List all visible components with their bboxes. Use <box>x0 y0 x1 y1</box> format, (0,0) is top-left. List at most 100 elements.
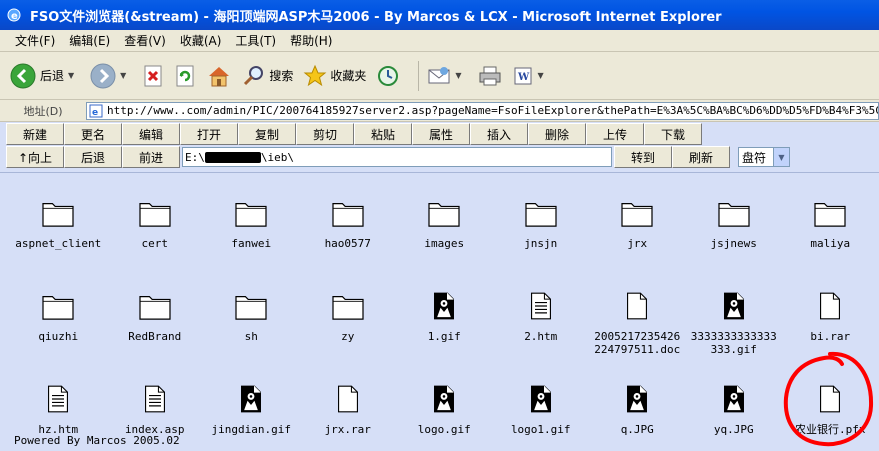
home-button[interactable] <box>206 64 232 88</box>
refresh-button[interactable] <box>174 64 196 88</box>
back-dropdown-icon[interactable]: ▼ <box>68 71 74 80</box>
file-name[interactable]: bi.rar <box>784 330 876 343</box>
file-name[interactable]: jrx <box>591 237 683 250</box>
folder-icon[interactable] <box>619 195 655 231</box>
file-item[interactable]: q.JPG <box>589 375 686 451</box>
file-name[interactable]: RedBrand <box>109 330 201 343</box>
file-name[interactable]: 2005217235426224797511.doc <box>591 330 683 356</box>
file-icon[interactable] <box>619 288 655 324</box>
file-name[interactable]: cert <box>109 237 201 250</box>
menu-favorites[interactable]: 收藏(A) <box>173 32 229 49</box>
edit-button[interactable]: W ▼ <box>512 65 550 87</box>
new-button[interactable]: 新建 <box>6 123 64 145</box>
file-item[interactable]: aspnet_client <box>10 189 107 282</box>
image-file-icon[interactable] <box>426 288 462 324</box>
file-name[interactable]: maliya <box>784 237 876 250</box>
up-button[interactable]: ↑向上 <box>6 146 64 168</box>
file-item[interactable]: images <box>396 189 493 282</box>
file-name[interactable]: jrx.rar <box>302 423 394 436</box>
edit-file-button[interactable]: 编辑 <box>122 123 180 145</box>
file-item[interactable]: fanwei <box>203 189 300 282</box>
file-item[interactable]: logo1.gif <box>493 375 590 451</box>
file-item[interactable]: 1.gif <box>396 282 493 375</box>
search-button[interactable]: 搜索 <box>242 64 293 88</box>
image-file-icon[interactable] <box>716 381 752 417</box>
rename-button[interactable]: 更名 <box>64 123 122 145</box>
folder-icon[interactable] <box>426 195 462 231</box>
menu-file[interactable]: 文件(F) <box>8 32 62 49</box>
chevron-down-icon[interactable]: ▼ <box>773 148 789 166</box>
nav-forward-button[interactable]: 前进 <box>122 146 180 168</box>
file-item[interactable]: zy <box>300 282 397 375</box>
file-name[interactable]: logo1.gif <box>495 423 587 436</box>
file-name[interactable]: fanwei <box>205 237 297 250</box>
file-item[interactable]: logo.gif <box>396 375 493 451</box>
folder-icon[interactable] <box>330 288 366 324</box>
text-file-icon[interactable] <box>523 288 559 324</box>
text-file-icon[interactable] <box>40 381 76 417</box>
file-name[interactable]: jnsjn <box>495 237 587 250</box>
folder-icon[interactable] <box>233 288 269 324</box>
file-name[interactable]: yq.JPG <box>688 423 780 436</box>
cut-button[interactable]: 剪切 <box>296 123 354 145</box>
refresh-path-button[interactable]: 刷新 <box>672 146 730 168</box>
print-button[interactable] <box>478 65 502 87</box>
properties-button[interactable]: 属性 <box>412 123 470 145</box>
back-button[interactable]: 后退 ▼ <box>10 63 80 89</box>
favorites-button[interactable]: 收藏夹 <box>303 64 366 88</box>
upload-button[interactable]: 上传 <box>586 123 644 145</box>
folder-icon[interactable] <box>137 288 173 324</box>
file-item[interactable]: 2.htm <box>493 282 590 375</box>
folder-icon[interactable] <box>137 195 173 231</box>
history-button[interactable] <box>376 64 400 88</box>
folder-icon[interactable] <box>233 195 269 231</box>
image-file-icon[interactable] <box>426 381 462 417</box>
stop-button[interactable] <box>142 64 164 88</box>
file-item[interactable]: 2005217235426224797511.doc <box>589 282 686 375</box>
forward-dropdown-icon[interactable]: ▼ <box>120 71 126 80</box>
file-name[interactable]: zy <box>302 330 394 343</box>
edit-dropdown-icon[interactable]: ▼ <box>538 71 544 80</box>
folder-icon[interactable] <box>40 195 76 231</box>
folder-icon[interactable] <box>40 288 76 324</box>
file-item[interactable]: hao0577 <box>300 189 397 282</box>
file-name[interactable]: sh <box>205 330 297 343</box>
open-button[interactable]: 打开 <box>180 123 238 145</box>
file-item[interactable]: RedBrand <box>107 282 204 375</box>
menu-view[interactable]: 查看(V) <box>117 32 173 49</box>
copy-button[interactable]: 复制 <box>238 123 296 145</box>
file-icon[interactable] <box>812 288 848 324</box>
image-file-icon[interactable] <box>619 381 655 417</box>
file-name[interactable]: jingdian.gif <box>205 423 297 436</box>
file-item[interactable]: yq.JPG <box>686 375 783 451</box>
menu-help[interactable]: 帮助(H) <box>283 32 339 49</box>
file-name[interactable]: hao0577 <box>302 237 394 250</box>
image-file-icon[interactable] <box>523 381 559 417</box>
image-file-icon[interactable] <box>233 381 269 417</box>
drive-select[interactable]: 盘符 ▼ <box>738 147 790 167</box>
file-item[interactable]: jrx.rar <box>300 375 397 451</box>
file-item[interactable]: sh <box>203 282 300 375</box>
file-item[interactable]: jingdian.gif <box>203 375 300 451</box>
insert-button[interactable]: 插入 <box>470 123 528 145</box>
paste-button[interactable]: 粘贴 <box>354 123 412 145</box>
image-file-icon[interactable] <box>716 288 752 324</box>
file-name[interactable]: qiuzhi <box>12 330 104 343</box>
text-file-icon[interactable] <box>137 381 173 417</box>
delete-button[interactable]: 删除 <box>528 123 586 145</box>
download-button[interactable]: 下载 <box>644 123 702 145</box>
file-item[interactable]: jnsjn <box>493 189 590 282</box>
folder-icon[interactable] <box>812 195 848 231</box>
file-item[interactable]: jsjnews <box>686 189 783 282</box>
menu-edit[interactable]: 编辑(E) <box>62 32 117 49</box>
file-name[interactable]: 3333333333333333.gif <box>688 330 780 356</box>
file-item[interactable]: 3333333333333333.gif <box>686 282 783 375</box>
file-name[interactable]: logo.gif <box>398 423 490 436</box>
mail-button[interactable]: ▼ <box>427 65 467 87</box>
file-name[interactable]: jsjnews <box>688 237 780 250</box>
forward-button[interactable]: ▼ <box>90 63 132 89</box>
file-name[interactable]: aspnet_client <box>12 237 104 250</box>
address-input[interactable]: e http://www. .com/admin/PIC/20076418592… <box>86 101 879 120</box>
file-name[interactable]: 2.htm <box>495 330 587 343</box>
file-item[interactable]: qiuzhi <box>10 282 107 375</box>
